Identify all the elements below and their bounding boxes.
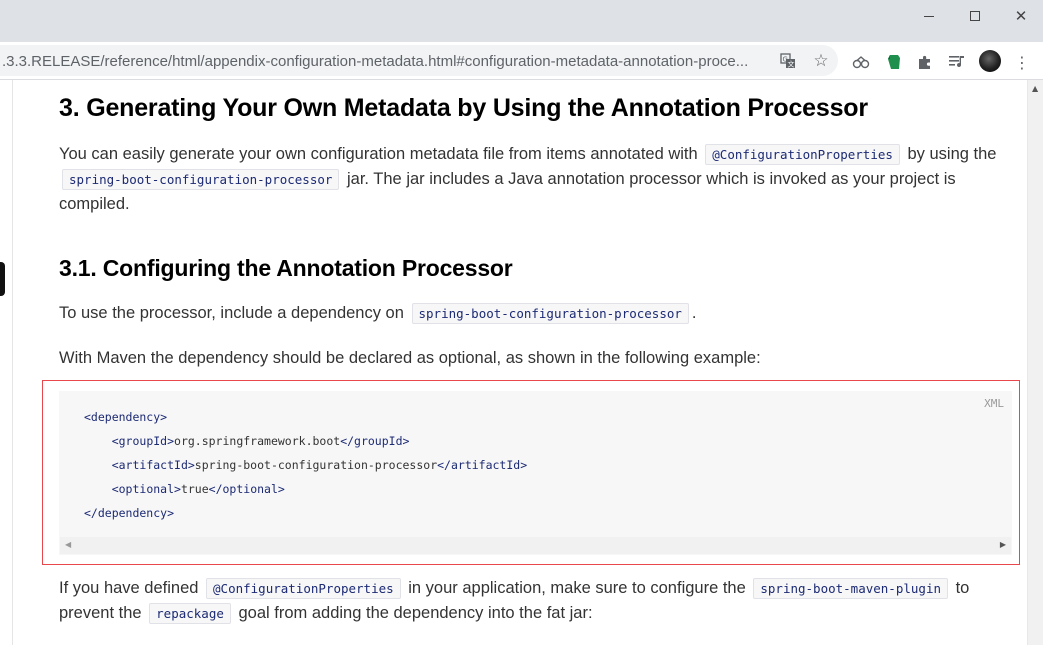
toc-toggle-handle[interactable] — [0, 262, 5, 296]
scroll-up-icon[interactable]: ▲ — [1032, 84, 1038, 93]
bookmark-star-icon[interactable]: ☆ — [811, 51, 831, 71]
media-control-icon[interactable] — [947, 52, 967, 72]
xml-tag: </dependency> — [84, 506, 175, 520]
menu-icon[interactable]: ⋮ — [1012, 52, 1032, 72]
profile-avatar[interactable] — [979, 50, 1001, 72]
intro-paragraph: You can easily generate your own configu… — [59, 142, 999, 217]
code-language-label: XML — [984, 397, 1004, 410]
maven-paragraph: With Maven the dependency should be decl… — [59, 349, 761, 367]
xml-tag: <groupId> — [111, 434, 175, 448]
evernote-extension-icon[interactable] — [884, 52, 904, 72]
code-line: <artifactId>spring-boot-configuration-pr… — [84, 458, 527, 472]
inline-code: spring-boot-maven-plugin — [753, 578, 948, 599]
translate-icon[interactable]: G文 — [778, 51, 798, 71]
inline-code: @ConfigurationProperties — [705, 144, 900, 165]
window-titlebar: ✕ — [0, 0, 1043, 42]
xml-tag: </artifactId> — [437, 458, 528, 472]
code-block[interactable]: XML <dependency> <groupId>org.springfram… — [59, 391, 1012, 555]
close-icon: ✕ — [1014, 6, 1028, 25]
toc-divider — [12, 80, 13, 645]
dependency-paragraph: To use the processor, include a dependen… — [59, 301, 999, 326]
paragraph-text: If you have defined — [59, 579, 199, 597]
url-text[interactable]: .3.3.RELEASE/reference/html/appendix-con… — [2, 53, 767, 70]
inline-code: spring-boot-configuration-processor — [411, 303, 689, 324]
paragraph-text: in your application, make sure to config… — [408, 579, 746, 597]
browser-toolbar: .3.3.RELEASE/reference/html/appendix-con… — [0, 42, 1043, 80]
xml-tag: <artifactId> — [111, 458, 195, 472]
paragraph-text: . — [691, 304, 697, 322]
paragraph-text: by using the — [907, 145, 997, 163]
configure-paragraph: If you have defined @ConfigurationProper… — [59, 576, 999, 626]
code-line: <optional>true</optional> — [84, 482, 285, 496]
maximize-icon — [970, 11, 980, 21]
section-title: 3. Generating Your Own Metadata by Using… — [59, 94, 868, 122]
xml-tag: <dependency> — [84, 410, 168, 424]
xml-tag: <optional> — [111, 482, 181, 496]
extension-icon[interactable] — [851, 52, 871, 72]
address-bar[interactable]: .3.3.RELEASE/reference/html/appendix-con… — [0, 45, 838, 76]
page-viewport: 3. Generating Your Own Metadata by Using… — [0, 80, 1043, 645]
xml-tag: </groupId> — [340, 434, 410, 448]
minimize-button[interactable] — [906, 0, 952, 32]
code-line: <dependency> — [84, 410, 167, 424]
paragraph-text: goal from adding the dependency into the… — [238, 604, 593, 622]
svg-text:文: 文 — [788, 60, 795, 69]
inline-code: repackage — [149, 603, 231, 624]
xml-value: spring-boot-configuration-processor — [194, 458, 438, 472]
subsection-title: 3.1. Configuring the Annotation Processo… — [59, 255, 513, 281]
scroll-right-icon[interactable]: ▶ — [1000, 540, 1006, 549]
scroll-left-icon[interactable]: ◀ — [65, 540, 71, 549]
paragraph-text: To use the processor, include a dependen… — [59, 304, 404, 322]
minimize-icon — [924, 15, 934, 17]
maximize-button[interactable] — [952, 0, 998, 32]
code-line: </dependency> — [84, 506, 174, 520]
horizontal-scrollbar[interactable]: ◀ ▶ — [60, 537, 1011, 554]
xml-tag: </optional> — [208, 482, 285, 496]
code-line: <groupId>org.springframework.boot</group… — [84, 434, 410, 448]
xml-value: true — [180, 482, 209, 496]
vertical-scrollbar[interactable]: ▲ — [1027, 80, 1043, 645]
paragraph-text: You can easily generate your own configu… — [59, 145, 698, 163]
close-button[interactable]: ✕ — [998, 0, 1043, 32]
inline-code: spring-boot-configuration-processor — [62, 169, 340, 190]
xml-value: org.springframework.boot — [174, 434, 341, 448]
inline-code: @ConfigurationProperties — [206, 578, 401, 599]
puzzle-icon[interactable] — [915, 52, 935, 72]
